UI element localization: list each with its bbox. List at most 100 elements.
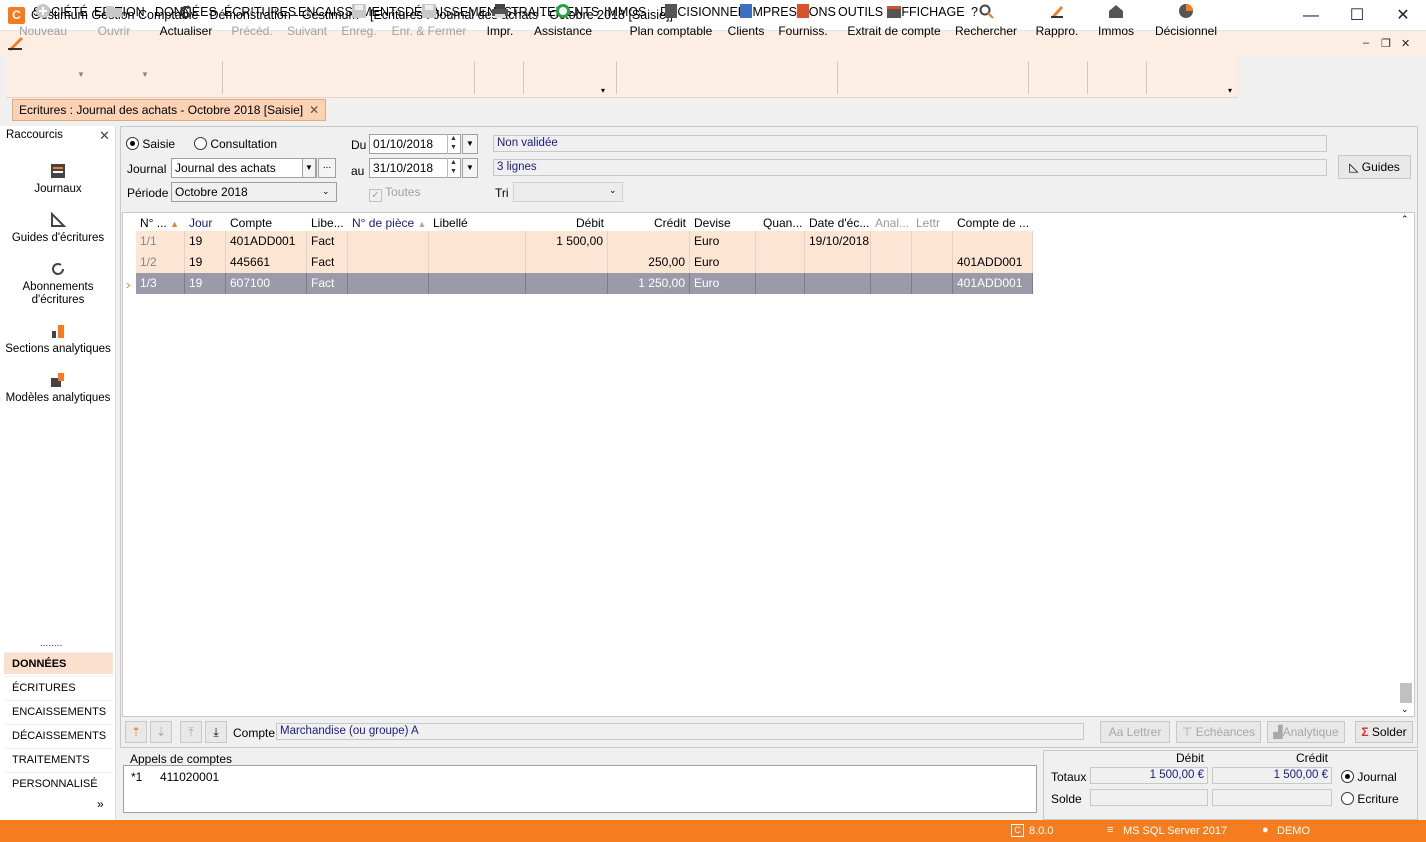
- cell-libe[interactable]: Fact: [307, 273, 348, 294]
- col-compte-contrepartie[interactable]: Compte de ...: [953, 214, 1033, 232]
- toutes-checkbox[interactable]: ✓ Toutes: [369, 185, 420, 202]
- nouveau-button[interactable]: Nouveau: [12, 0, 74, 41]
- rechercher-button[interactable]: Rechercher: [952, 0, 1020, 41]
- cell-lettr[interactable]: [912, 231, 953, 252]
- mdi-close-button[interactable]: ✕: [1401, 37, 1410, 50]
- cell-quantite[interactable]: [756, 273, 805, 294]
- cell-num[interactable]: 1/3: [136, 273, 185, 294]
- date-au-spinner[interactable]: ▲ ▼: [447, 158, 459, 178]
- insert-below-button[interactable]: ⤓: [205, 721, 227, 743]
- ouvrir-button[interactable]: Ouvrir: [92, 0, 136, 41]
- nav-personnalise[interactable]: PERSONNALISÉ: [4, 772, 113, 794]
- periode-dropdown-icon[interactable]: ⌄: [322, 186, 330, 197]
- cell-debit[interactable]: [526, 273, 608, 294]
- immos-button[interactable]: Immos: [1094, 0, 1138, 41]
- cell-libe[interactable]: Fact: [307, 231, 348, 252]
- cell-libelle[interactable]: [429, 231, 526, 252]
- cell-debit[interactable]: 1 500,00: [526, 231, 608, 252]
- cell-libelle[interactable]: [429, 273, 526, 294]
- shortcut-sections-analytiques[interactable]: Sections analytiques: [0, 323, 116, 356]
- cell-anal[interactable]: [871, 273, 912, 294]
- analytique-button[interactable]: ▟Analytique: [1267, 721, 1345, 743]
- lettrer-button[interactable]: Aa Lettrer: [1100, 721, 1170, 743]
- imprimer-button[interactable]: Impr.: [482, 0, 518, 41]
- totals-ecriture-radio[interactable]: Ecriture: [1341, 792, 1399, 806]
- fournisseurs-button[interactable]: Fourniss.: [776, 0, 830, 41]
- enregistrer-fermer-button[interactable]: Enr. & Fermer: [388, 0, 470, 41]
- journal-select[interactable]: Journal des achats: [171, 158, 317, 178]
- sidebar-close-icon[interactable]: ✕: [99, 128, 110, 144]
- cell-compte-de[interactable]: 401ADD001: [953, 252, 1033, 273]
- cell-credit[interactable]: 1 250,00: [608, 273, 690, 294]
- date-du-dropdown-icon[interactable]: ▼: [462, 134, 478, 154]
- toolbar-overflow-icon[interactable]: ▾: [601, 86, 605, 95]
- cell-devise[interactable]: Euro: [690, 273, 756, 294]
- cell-compte[interactable]: 445661: [226, 252, 307, 273]
- journal-browse-button[interactable]: ...: [318, 158, 336, 178]
- echeances-button[interactable]: ⊤ Echéances: [1176, 721, 1261, 743]
- ouvrir-dropdown-icon[interactable]: ▼: [141, 70, 149, 79]
- cell-anal[interactable]: [871, 231, 912, 252]
- col-num[interactable]: N° ... ▲: [136, 214, 185, 232]
- actualiser-button[interactable]: Actualiser: [157, 0, 215, 41]
- assistance-button[interactable]: Assistance: [532, 0, 594, 41]
- cell-jour[interactable]: 19: [185, 231, 226, 252]
- tab-close-icon[interactable]: ✕: [309, 103, 319, 117]
- nouveau-dropdown-icon[interactable]: ▼: [77, 70, 85, 79]
- appels-list[interactable]: [123, 765, 1037, 813]
- cell-compte-de[interactable]: [953, 231, 1033, 252]
- cell-lettr[interactable]: [912, 273, 953, 294]
- totals-journal-radio[interactable]: Journal: [1341, 770, 1397, 784]
- minimize-button[interactable]: —: [1288, 0, 1334, 31]
- cell-num[interactable]: 1/2: [136, 252, 185, 273]
- nav-donnees[interactable]: DONNÉES: [4, 652, 113, 674]
- col-debit[interactable]: Débit: [526, 214, 608, 232]
- clients-button[interactable]: Clients: [724, 0, 768, 41]
- suivant-button[interactable]: › Suivant: [284, 0, 330, 41]
- tri-select[interactable]: [513, 182, 623, 202]
- cell-date[interactable]: [805, 273, 871, 294]
- cell-credit[interactable]: 250,00: [608, 252, 690, 273]
- shortcut-guides-ecritures[interactable]: Guides d'écritures: [0, 211, 116, 245]
- cell-jour[interactable]: 19: [185, 273, 226, 294]
- col-devise[interactable]: Devise: [690, 214, 756, 232]
- toolbar-overflow-icon[interactable]: ▾: [1228, 86, 1232, 95]
- extrait-compte-button[interactable]: Extrait de compte: [845, 0, 943, 41]
- scroll-down-icon[interactable]: ⌄: [1401, 704, 1409, 715]
- close-window-button[interactable]: ✕: [1380, 0, 1426, 31]
- scroll-thumb[interactable]: [1400, 683, 1412, 703]
- shortcut-modeles-analytiques[interactable]: Modèles analytiques: [0, 372, 116, 405]
- date-du-spinner[interactable]: ▲ ▼: [447, 134, 459, 154]
- mode-consultation-radio[interactable]: Consultation: [194, 137, 277, 151]
- scroll-up-icon[interactable]: ⌃: [1401, 214, 1409, 225]
- cell-libelle[interactable]: [429, 252, 526, 273]
- shortcut-abonnements[interactable]: Abonnements d'écritures: [0, 261, 116, 307]
- cell-num[interactable]: 1/1: [136, 231, 185, 252]
- cell-quantite[interactable]: [756, 252, 805, 273]
- document-tab[interactable]: Ecritures : Journal des achats - Octobre…: [12, 99, 327, 121]
- sidebar-splitter-grip[interactable]: ........: [40, 638, 62, 649]
- col-lettrage[interactable]: Lettr: [912, 214, 953, 232]
- cell-libe[interactable]: Fact: [307, 252, 348, 273]
- cell-devise[interactable]: Euro: [690, 231, 756, 252]
- shortcut-journaux[interactable]: Journaux: [0, 163, 116, 196]
- enregistrer-button[interactable]: Enreg.: [338, 0, 380, 41]
- periode-select[interactable]: Octobre 2018: [171, 182, 337, 202]
- col-compte[interactable]: Compte: [226, 214, 307, 232]
- mdi-restore-button[interactable]: ❐: [1381, 37, 1391, 50]
- cell-compte-de[interactable]: 401ADD001: [953, 273, 1033, 294]
- col-analytique[interactable]: Anal...: [871, 214, 912, 232]
- decisionnel-button[interactable]: Décisionnel: [1152, 0, 1220, 41]
- solder-button[interactable]: Σ Solder: [1355, 721, 1413, 743]
- cell-credit[interactable]: [608, 231, 690, 252]
- cell-date[interactable]: 19/10/2018: [805, 231, 871, 252]
- cell-devise[interactable]: Euro: [690, 252, 756, 273]
- mdi-minimize-button[interactable]: ‒: [1363, 37, 1369, 49]
- move-up-button[interactable]: ⇡: [125, 721, 147, 743]
- col-quantite[interactable]: Quan...: [759, 214, 805, 232]
- precedent-button[interactable]: ‹ Précéd.: [229, 0, 275, 41]
- col-piece[interactable]: N° de pièce ▲: [348, 214, 429, 232]
- cell-anal[interactable]: [871, 252, 912, 273]
- col-credit[interactable]: Crédit: [608, 214, 690, 232]
- cell-quantite[interactable]: [756, 231, 805, 252]
